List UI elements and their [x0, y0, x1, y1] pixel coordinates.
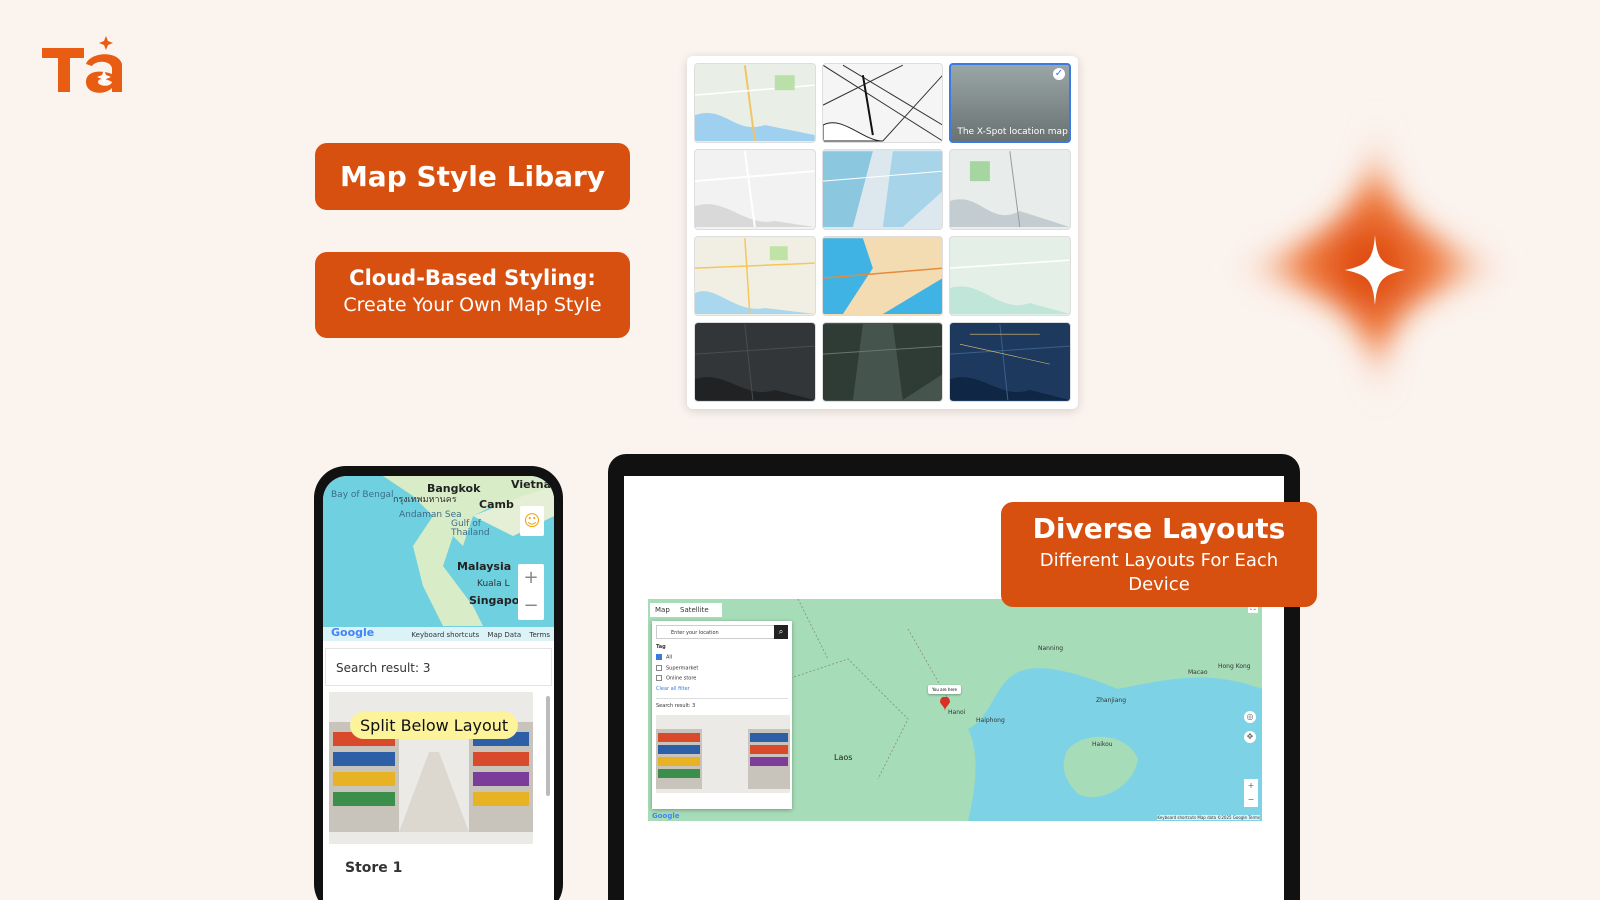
- laptop-map-footer: Keyboard shortcuts Map data ©2025 Google…: [1157, 815, 1260, 820]
- map-label-vietnam: Vietna: [511, 478, 552, 491]
- map-label-kuala: Kuala L: [477, 579, 510, 589]
- diverse-layouts-subtitle: Different Layouts For Each Device: [1039, 550, 1279, 595]
- cloud-styling-title: Cloud-Based Styling:: [349, 266, 596, 290]
- style-tile-silver[interactable]: [694, 149, 816, 230]
- phone-screen: Bangkok กรุงเทพมหานคร Vietna Bay of Beng…: [323, 476, 554, 900]
- map-controls: ◎ ✥: [1244, 711, 1258, 751]
- filter-option-all[interactable]: All: [656, 654, 788, 661]
- style-tile-dark-green[interactable]: [821, 321, 944, 402]
- cloud-styling-badge: Cloud-Based Styling: Create Your Own Map…: [315, 252, 630, 338]
- style-tile-x-spot[interactable]: ✓ The X-Spot location map: [949, 63, 1071, 144]
- style-tile-black-white[interactable]: [821, 63, 944, 144]
- terms-link[interactable]: Terms: [529, 631, 550, 639]
- style-tile-dark[interactable]: [694, 321, 816, 402]
- sparkle-decoration-icon: [1220, 90, 1520, 410]
- location-target-icon[interactable]: ◎: [1244, 711, 1256, 723]
- map-label-malaysia: Malaysia: [457, 560, 512, 573]
- search-icon[interactable]: ⌕: [774, 625, 788, 639]
- map-type-tabs: Map Satellite: [650, 603, 722, 617]
- map-label-bay: Bay of Bengal: [331, 490, 394, 500]
- map-label-nanning: Nanning: [1038, 645, 1064, 652]
- filter-option-online-store[interactable]: Online store: [656, 675, 788, 682]
- pin-tooltip: You are here: [928, 685, 961, 694]
- checkbox-icon[interactable]: [656, 664, 662, 671]
- style-tile-mint[interactable]: [949, 235, 1071, 316]
- brand-logo: [42, 36, 122, 93]
- diverse-layouts-badge: Diverse Layouts Different Layouts For Ea…: [1001, 502, 1317, 607]
- pegman-icon[interactable]: ☺: [520, 506, 544, 536]
- laptop-map[interactable]: Map Satellite ⛶ Enter your location ⌕ Ta…: [648, 599, 1262, 821]
- map-label-singapore: Singapo: [469, 594, 520, 607]
- style-tile-standard[interactable]: [694, 63, 816, 144]
- keyboard-shortcuts-link[interactable]: Keyboard shortcuts: [1157, 815, 1196, 820]
- location-input-placeholder: Enter your location: [671, 630, 719, 636]
- location-search-input[interactable]: Enter your location ⌕: [656, 625, 788, 639]
- filter-option-supermarket-label: Supermarket: [666, 665, 699, 671]
- map-label-bangkok-thai: กรุงเทพมหานคร: [393, 495, 457, 505]
- map-label-laos: Laos: [834, 753, 853, 762]
- keyboard-shortcuts-link[interactable]: Keyboard shortcuts: [411, 631, 479, 639]
- style-tile-night-blue[interactable]: [949, 321, 1071, 402]
- map-label-haikou: Haikou: [1092, 741, 1113, 748]
- checkbox-checked-icon[interactable]: [656, 654, 662, 660]
- tab-satellite[interactable]: Satellite: [680, 606, 709, 614]
- map-label-cambodia: Camb: [479, 498, 514, 511]
- tag-filter-label: Tag: [656, 644, 666, 650]
- rotate-icon[interactable]: ✥: [1244, 731, 1256, 743]
- cloud-styling-subtitle: Create Your Own Map Style: [343, 294, 602, 316]
- zoom-out-icon[interactable]: −: [1244, 793, 1258, 807]
- checkbox-icon[interactable]: [656, 675, 662, 681]
- split-below-layout-label: Split Below Layout: [350, 712, 519, 739]
- terms-link[interactable]: Terms: [1248, 815, 1260, 820]
- scrollbar[interactable]: [546, 696, 550, 796]
- map-label-haiphong: Haiphong: [976, 717, 1005, 724]
- map-label-macao: Macao: [1188, 669, 1208, 676]
- store-name: Store 1: [345, 860, 403, 876]
- filter-option-online-label: Online store: [666, 675, 697, 682]
- filter-option-supermarket[interactable]: Supermarket: [656, 664, 788, 671]
- style-tile-light[interactable]: [694, 235, 816, 316]
- diverse-layouts-title: Diverse Layouts: [1032, 512, 1286, 545]
- map-label-gulf: Gulf of Thailand: [451, 519, 490, 538]
- map-label-zhanjiang: Zhanjiang: [1096, 697, 1127, 704]
- tab-map[interactable]: Map: [655, 606, 670, 614]
- check-icon: ✓: [1052, 68, 1065, 80]
- laptop-store-image[interactable]: [656, 714, 790, 793]
- store-locator-panel: Enter your location ⌕ Tag All Supermarke…: [652, 621, 792, 809]
- filter-option-all-label: All: [666, 654, 673, 661]
- clear-filter-link[interactable]: Clear all filter: [656, 686, 788, 692]
- map-footer: Google Keyboard shortcuts Map Data Terms: [323, 626, 554, 641]
- phone-mockup: Bangkok กรุงเทพมหานคร Vietna Bay of Beng…: [314, 466, 563, 900]
- x-spot-tile-label: The X-Spot location map: [957, 127, 1068, 138]
- search-result-count: Search result: 3: [325, 648, 552, 686]
- laptop-search-result: Search result: 3: [656, 697, 788, 709]
- map-data-link[interactable]: Map Data: [487, 631, 521, 639]
- zoom-control: + −: [518, 564, 544, 620]
- zoom-in-icon[interactable]: +: [1244, 779, 1258, 793]
- style-tile-blue-water[interactable]: [821, 149, 944, 230]
- map-style-library-badge: Map Style Libary: [315, 143, 630, 210]
- style-tile-bright-blue[interactable]: [821, 235, 944, 316]
- map-data-link[interactable]: Map data ©2025 Google: [1197, 815, 1247, 820]
- style-tile-grey-green[interactable]: [949, 149, 1071, 230]
- zoom-out-icon[interactable]: −: [518, 592, 544, 620]
- map-label-hongkong: Hong Kong: [1218, 663, 1251, 670]
- zoom-in-icon[interactable]: +: [518, 564, 544, 592]
- phone-map[interactable]: Bangkok กรุงเทพมหานคร Vietna Bay of Beng…: [323, 476, 554, 641]
- map-label-hanoi: Hanoi: [948, 709, 966, 716]
- laptop-zoom-control: + −: [1244, 779, 1258, 807]
- google-logo: Google: [331, 626, 375, 639]
- map-style-grid: ✓ The X-Spot location map: [687, 56, 1078, 409]
- google-logo: Google: [652, 812, 680, 820]
